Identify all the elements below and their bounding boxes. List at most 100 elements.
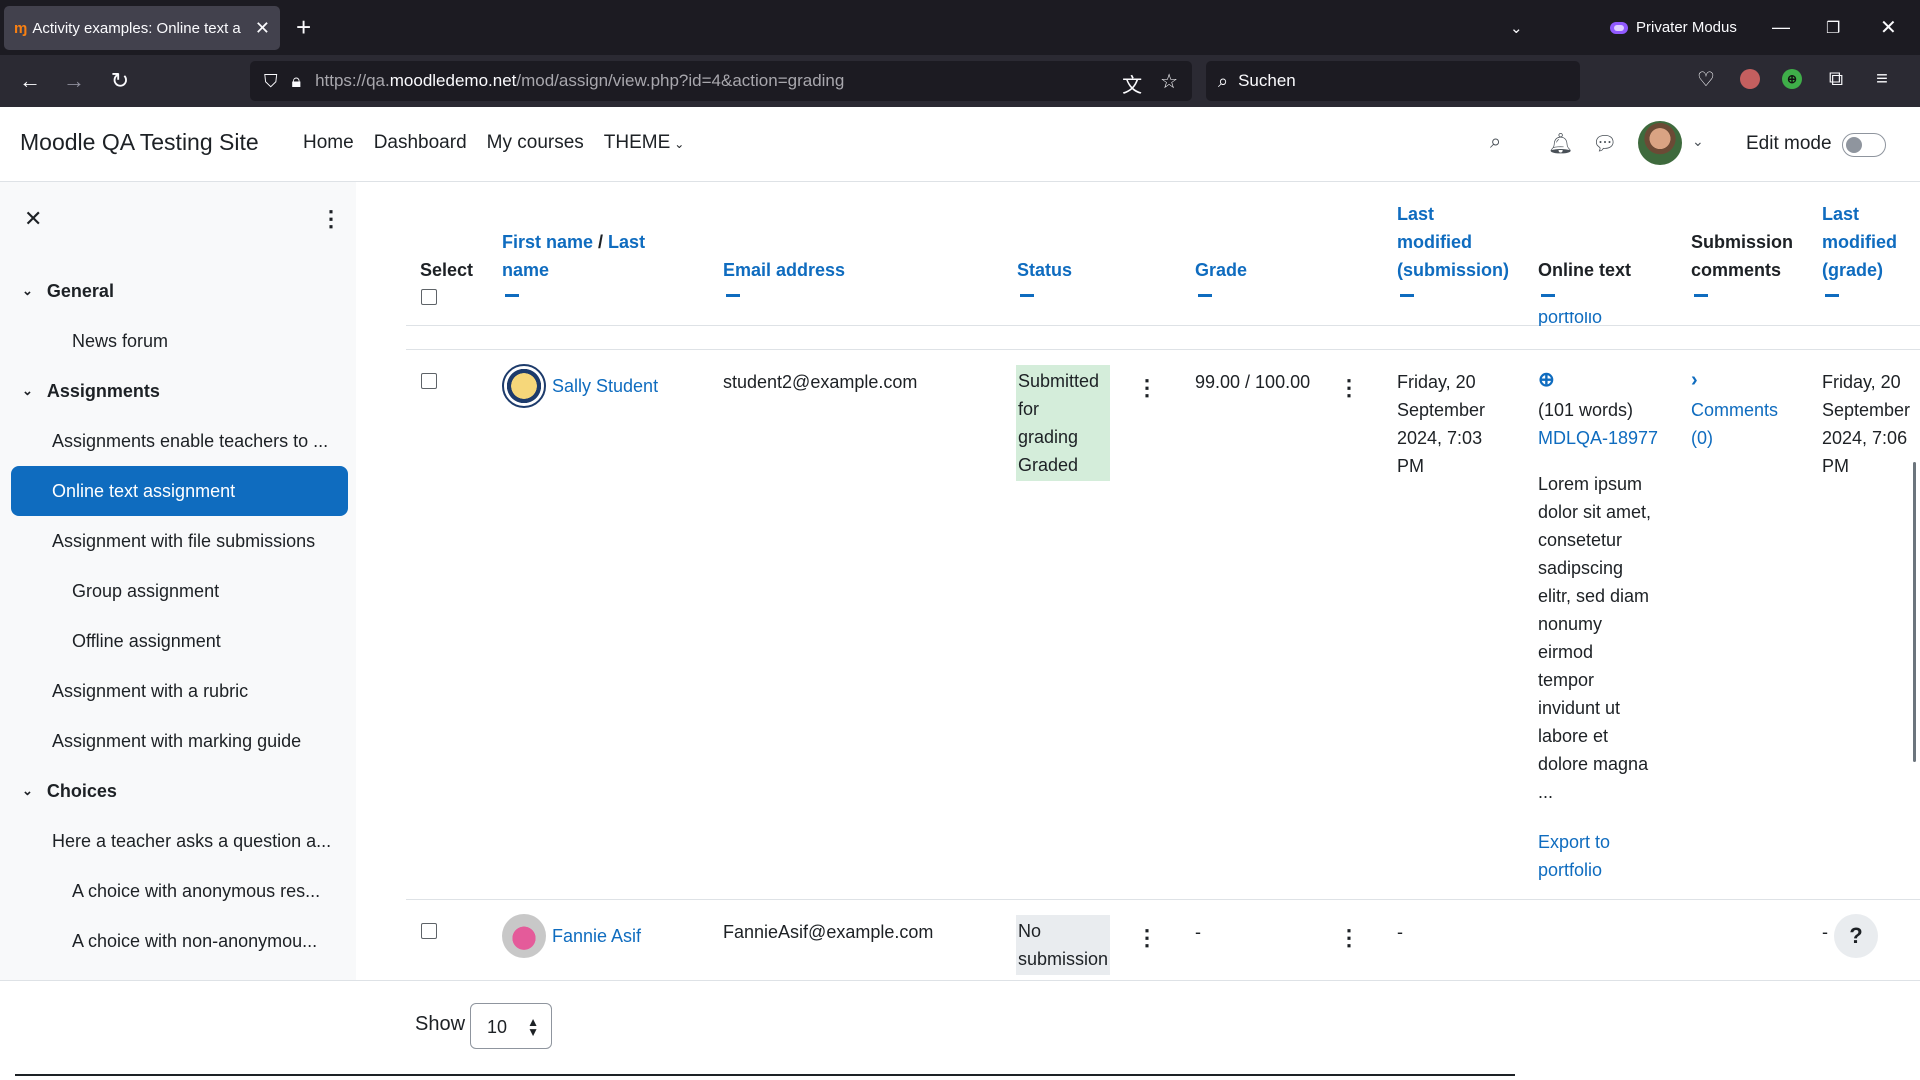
moodle-header: Moodle QA Testing Site Home Dashboard My…	[0, 107, 1920, 182]
tab-list-chevron-icon[interactable]: ⌄	[1510, 0, 1523, 55]
restore-icon[interactable]: ❐	[1826, 0, 1840, 55]
collapse-column-icon[interactable]	[1400, 294, 1414, 297]
chevron-down-icon[interactable]: ⌄	[1692, 133, 1704, 150]
header-first-name-last-name: First name / Last name	[502, 232, 646, 280]
browser-tab-active[interactable]: ɱ Activity examples: Online text a ✕	[4, 6, 280, 50]
avatar[interactable]	[502, 914, 546, 958]
lock-icon[interactable]: 🔒︎	[292, 71, 302, 92]
user-avatar[interactable]	[1638, 121, 1682, 165]
collapse-column-icon[interactable]	[1694, 294, 1708, 297]
course-item-choice-non-anonymous[interactable]: A choice with non-anonymou...	[0, 916, 356, 966]
close-drawer-icon[interactable]: ✕	[24, 206, 42, 232]
tab-close-icon[interactable]: ✕	[255, 18, 270, 39]
nav-my-courses[interactable]: My courses	[487, 132, 584, 154]
header-submission-comments: Submission comments	[1691, 232, 1794, 280]
online-text-link[interactable]: MDLQA-18977	[1538, 424, 1658, 452]
avatar[interactable]	[502, 364, 546, 408]
sort-first-name-link[interactable]: First name	[502, 232, 593, 252]
nav-theme[interactable]: THEME ⌄	[604, 132, 685, 154]
shield-icon[interactable]: ⛉	[264, 71, 278, 92]
per-page-select[interactable]: 10 ▲ ▼	[470, 1003, 552, 1049]
sort-status-link[interactable]: Status	[1017, 256, 1072, 284]
sort-last-modified-grade-link[interactable]: Last modified (grade)	[1822, 200, 1897, 284]
nav-home[interactable]: Home	[303, 132, 354, 154]
back-icon[interactable]: ←	[14, 65, 46, 97]
search-icon[interactable]: ⌕	[1490, 131, 1501, 154]
course-item-choice-question[interactable]: Here a teacher asks a question a...	[0, 816, 356, 866]
edit-mode-toggle[interactable]	[1842, 133, 1886, 157]
collapse-column-icon[interactable]	[1541, 294, 1555, 297]
course-section-choices[interactable]: ⌄ Choices	[0, 766, 356, 816]
chevron-right-icon[interactable]: ›	[1691, 366, 1698, 394]
help-button[interactable]: ?	[1834, 914, 1878, 958]
row-actions-kebab-icon[interactable]: ⋮	[1136, 377, 1158, 399]
forward-icon[interactable]: →	[58, 65, 90, 97]
collapse-column-icon[interactable]	[1020, 294, 1034, 297]
messages-icon[interactable]: 💬︎	[1592, 131, 1617, 156]
chevron-down-icon[interactable]: ⌄	[22, 383, 33, 399]
course-item-rubric[interactable]: Assignment with a rubric	[0, 666, 356, 716]
collapse-column-icon[interactable]	[726, 294, 740, 297]
sort-email-link[interactable]: Email address	[723, 256, 845, 284]
sort-last-name-link[interactable]: Last	[608, 232, 645, 252]
pocket-icon[interactable]: ♡	[1694, 67, 1718, 91]
course-item-assignments-intro[interactable]: Assignments enable teachers to ...	[0, 416, 356, 466]
nav-dashboard[interactable]: Dashboard	[374, 132, 467, 154]
sort-grade-link[interactable]: Grade	[1195, 256, 1247, 284]
course-section-general[interactable]: ⌄ General	[0, 266, 356, 316]
course-item-choice-anonymous[interactable]: A choice with anonymous res...	[0, 866, 356, 916]
collapse-column-icon[interactable]	[505, 294, 519, 297]
sort-last-modified-submission-link[interactable]: Last modified (submission)	[1397, 200, 1509, 284]
course-item-online-text-assignment[interactable]: Online text assignment	[11, 466, 348, 516]
browser-tab-bar: ɱ Activity examples: Online text a ✕ + ⌄…	[0, 0, 1920, 55]
zoom-in-icon[interactable]: ⊕	[1538, 366, 1555, 394]
student-name-link[interactable]: Fannie Asif	[552, 922, 641, 950]
row-select-checkbox[interactable]	[421, 923, 437, 939]
row-select-checkbox[interactable]	[421, 373, 437, 389]
edit-mode-label: Edit mode	[1746, 133, 1832, 154]
sort-last-name-link-2[interactable]: name	[502, 260, 549, 280]
course-item-marking-guide[interactable]: Assignment with marking guide	[0, 716, 356, 766]
extension-avatar-icon[interactable]	[1740, 69, 1760, 89]
row-actions-kebab-icon[interactable]: ⋮	[1136, 927, 1158, 949]
select-all-checkbox[interactable]	[421, 289, 437, 305]
grade-actions-kebab-icon[interactable]: ⋮	[1338, 377, 1360, 399]
notification-bell-icon[interactable]: 🔔︎	[1548, 131, 1573, 156]
course-item-offline-assignment[interactable]: Offline assignment	[0, 616, 356, 666]
menu-hamburger-icon[interactable]: ≡	[1870, 67, 1894, 91]
extensions-puzzle-icon[interactable]: ⧉	[1824, 67, 1848, 91]
vertical-scrollbar[interactable]	[1913, 462, 1916, 762]
student-email: student2@example.com	[723, 372, 918, 392]
course-item-news-forum[interactable]: News forum	[0, 316, 356, 366]
search-bar[interactable]: ⌕ Suchen	[1206, 61, 1580, 101]
collapse-column-icon[interactable]	[1198, 294, 1212, 297]
header-select: Select	[420, 260, 474, 280]
extension-green-icon[interactable]: ⊕	[1782, 69, 1802, 89]
course-item-file-submissions[interactable]: Assignment with file submissions	[0, 516, 356, 566]
partial-portfolio-link[interactable]: portfolio	[1538, 312, 1602, 326]
chevron-down-icon[interactable]: ⌄	[22, 783, 33, 799]
kebab-menu-icon[interactable]: ⋮	[320, 206, 342, 232]
minimize-icon[interactable]: —	[1772, 0, 1790, 55]
last-modified-grade: Friday, 20 September 2024, 7:06 PM	[1822, 372, 1911, 476]
new-tab-icon[interactable]: +	[296, 13, 311, 41]
grade-actions-kebab-icon[interactable]: ⋮	[1338, 927, 1360, 949]
course-item-group-assignment[interactable]: Group assignment	[0, 566, 356, 616]
bookmark-star-icon[interactable]: ☆	[1160, 69, 1178, 98]
export-to-portfolio-link[interactable]: Export to portfolio	[1538, 828, 1610, 884]
sticky-footer: Show 10 ▲ ▼	[0, 980, 1920, 1080]
window-close-icon[interactable]: ✕	[1880, 0, 1897, 55]
translate-icon[interactable]: 文	[1122, 69, 1142, 98]
url-text[interactable]: https://qa.moodledemo.net/mod/assign/vie…	[315, 71, 844, 91]
course-section-assignments[interactable]: ⌄ Assignments	[0, 366, 356, 416]
student-name-link[interactable]: Sally Student	[552, 372, 658, 400]
comments-link[interactable]: Comments (0)	[1691, 396, 1778, 452]
site-name[interactable]: Moodle QA Testing Site	[20, 129, 259, 156]
collapse-column-icon[interactable]	[1825, 294, 1839, 297]
header-divider	[406, 325, 1920, 326]
status-badge: Submitted for grading Graded	[1016, 365, 1110, 481]
grading-table: Select First name / Last name Email addr…	[356, 182, 1920, 980]
chevron-down-icon[interactable]: ⌄	[22, 283, 33, 299]
reload-icon[interactable]: ↻	[104, 65, 136, 97]
url-bar[interactable]: ⛉ 🔒︎ https://qa.moodledemo.net/mod/assig…	[250, 61, 1192, 101]
